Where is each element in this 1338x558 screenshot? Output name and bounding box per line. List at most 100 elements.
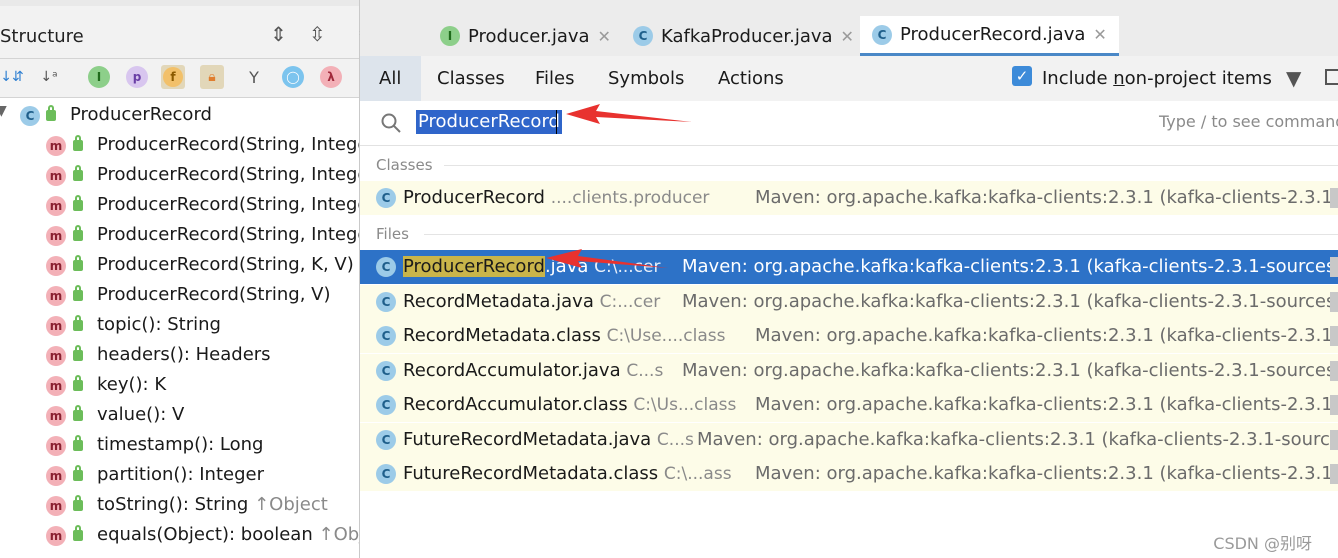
tab-actions[interactable]: Actions <box>718 68 784 89</box>
structure-item-label: ProducerRecord(String, Intege <box>97 224 359 245</box>
scrollbar[interactable] <box>1330 464 1338 484</box>
show-inherited-icon[interactable]: I <box>88 66 110 88</box>
result-library: Maven: org.apache.kafka:kafka-clients:2.… <box>755 394 1338 415</box>
show-anonymous-icon[interactable]: Y <box>242 65 266 89</box>
scrollbar[interactable] <box>1330 429 1338 450</box>
structure-item-label: equals(Object): boolean ↑Obje <box>97 524 359 545</box>
scrollbar[interactable] <box>1330 326 1338 346</box>
scrollbar[interactable] <box>1330 395 1338 415</box>
lambda-icon[interactable]: λ <box>320 66 342 88</box>
tab-producerrecord-java[interactable]: C ProducerRecord.java ✕ <box>860 16 1119 56</box>
structure-item[interactable]: m ProducerRecord(String, Intege <box>0 161 359 191</box>
class-result-row[interactable]: C ProducerRecord ....clients.producer Ma… <box>360 181 1338 215</box>
class-icon: C <box>20 106 40 126</box>
result-library: Maven: org.apache.kafka:kafka-clients:2.… <box>682 256 1338 277</box>
sort-by-visibility-icon[interactable]: ↓⇵ <box>0 65 24 89</box>
tab-files[interactable]: Files <box>535 68 575 89</box>
preview-icon[interactable] <box>1325 69 1338 85</box>
section-divider <box>444 165 1338 166</box>
include-non-project-label[interactable]: Include non-project items <box>1042 68 1272 89</box>
method-icon: m <box>46 346 66 366</box>
file-result-row[interactable]: C RecordMetadata.class C:\Use....class Mav… <box>360 319 1338 353</box>
structure-item[interactable]: m ProducerRecord(String, K, V) <box>0 251 359 281</box>
file-result-row[interactable]: C RecordMetadata.java C:...cer Maven: org.… <box>360 284 1338 319</box>
structure-item[interactable]: m headers(): Headers <box>0 341 359 371</box>
method-icon: m <box>46 436 66 456</box>
class-icon: C <box>376 360 396 381</box>
collapse-all-icon[interactable]: ⇳ <box>309 22 326 46</box>
search-icon <box>381 113 401 133</box>
file-result-row[interactable]: C RecordAccumulator.java C...s Maven: org.… <box>360 353 1338 388</box>
structure-item-label: partition(): Integer <box>97 464 264 485</box>
files-section-header: Files <box>376 225 409 243</box>
public-lock-icon <box>73 375 83 391</box>
structure-item[interactable]: m value(): V <box>0 401 359 431</box>
structure-title: Structure <box>0 26 84 47</box>
method-icon: m <box>46 136 66 156</box>
file-result-row[interactable]: C FutureRecordMetadata.class C:\...ass Mav… <box>360 457 1338 491</box>
result-library: Maven: org.apache.kafka:kafka-clients:2.… <box>755 463 1338 484</box>
structure-item[interactable]: m timestamp(): Long <box>0 431 359 461</box>
include-non-project-checkbox[interactable]: ✓ <box>1012 66 1032 86</box>
public-lock-icon <box>73 315 83 331</box>
show-lambdas-icon[interactable]: ◯ <box>282 66 304 88</box>
class-icon: C <box>376 188 396 208</box>
show-non-public-icon[interactable]: 🔒︎ <box>200 65 224 89</box>
structure-item[interactable]: m topic(): String <box>0 311 359 341</box>
expand-chevron-icon[interactable]: ▼ <box>0 103 7 119</box>
scrollbar[interactable] <box>1330 291 1338 312</box>
structure-root-row[interactable]: ▼ C ProducerRecord <box>0 101 359 131</box>
scrollbar[interactable] <box>1330 360 1338 381</box>
public-lock-icon <box>73 525 83 541</box>
method-icon: m <box>46 316 66 336</box>
scrollbar[interactable] <box>1330 188 1338 208</box>
interface-icon: I <box>440 26 460 46</box>
search-input[interactable]: ProducerRecord <box>416 110 562 134</box>
sort-alphabetically-icon[interactable]: ↓ᵃ <box>37 65 61 89</box>
close-icon[interactable]: ✕ <box>841 27 854 46</box>
method-icon: m <box>46 256 66 276</box>
structure-item[interactable]: m ProducerRecord(String, Intege <box>0 131 359 161</box>
tab-all[interactable]: All <box>379 68 401 89</box>
structure-item[interactable]: m ProducerRecord(String, Intege <box>0 191 359 221</box>
structure-item[interactable]: m toString(): String ↑Object <box>0 491 359 521</box>
method-icon: m <box>46 166 66 186</box>
structure-item[interactable]: m equals(Object): boolean ↑Obje <box>0 521 359 551</box>
public-lock-icon <box>73 495 83 511</box>
result-name: RecordAccumulator.java C...s <box>403 359 664 381</box>
public-lock-icon <box>73 255 83 271</box>
structure-item-label: value(): V <box>97 404 185 425</box>
structure-item[interactable]: m partition(): Integer <box>0 461 359 491</box>
file-result-row[interactable]: C FutureRecordMetadata.java C...s Maven: o… <box>360 422 1338 457</box>
class-icon: C <box>376 464 396 484</box>
annotation-arrow <box>546 249 668 268</box>
result-name: RecordMetadata.class C:\Use....class <box>403 325 726 346</box>
method-icon: m <box>46 226 66 246</box>
structure-item-label: toString(): String ↑Object <box>97 494 328 515</box>
close-icon[interactable]: ✕ <box>1093 25 1106 44</box>
watermark: CSDN @别呀 <box>1213 534 1312 553</box>
tab-producer-java[interactable]: I Producer.java ✕ <box>440 16 611 56</box>
close-icon[interactable]: ✕ <box>598 27 611 46</box>
public-lock-icon <box>73 465 83 481</box>
public-lock-icon <box>73 195 83 211</box>
class-icon: C <box>872 24 892 45</box>
show-fields-toggle[interactable]: f <box>161 65 185 89</box>
expand-all-icon[interactable]: ⇕ <box>270 22 287 46</box>
filter-icon[interactable]: ▼ <box>1286 66 1301 90</box>
show-properties-icon[interactable]: p <box>126 66 148 88</box>
structure-item[interactable]: m ProducerRecord(String, Intege <box>0 221 359 251</box>
file-result-row[interactable]: C RecordAccumulator.class C:\Us...class Ma… <box>360 388 1338 422</box>
structure-item-label: ProducerRecord(String, K, V) <box>97 254 354 275</box>
structure-item[interactable]: m ProducerRecord(String, V) <box>0 281 359 311</box>
file-result-row-selected[interactable]: C ProducerRecord.java C:\...cer Maven: org… <box>360 250 1338 284</box>
tab-symbols[interactable]: Symbols <box>608 68 684 89</box>
class-icon: C <box>633 26 653 46</box>
method-icon: m <box>46 526 66 546</box>
tab-classes[interactable]: Classes <box>437 68 505 89</box>
tab-kafkaproducer-java[interactable]: C KafkaProducer.java ✕ <box>633 16 854 56</box>
structure-item-label: ProducerRecord(String, Intege <box>97 164 359 185</box>
structure-item[interactable]: m key(): K <box>0 371 359 401</box>
scrollbar[interactable] <box>1330 257 1338 277</box>
method-icon: m <box>46 406 66 426</box>
